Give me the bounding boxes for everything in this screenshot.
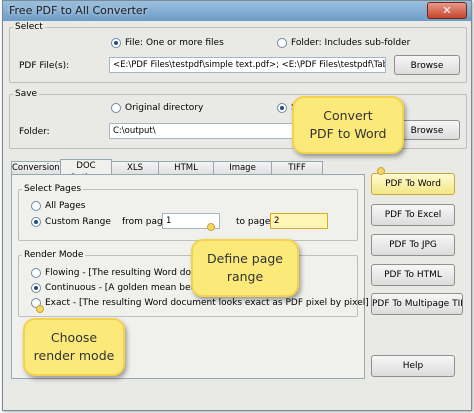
render-mode-callout-text: Choose render mode (33, 330, 115, 363)
file-radio[interactable] (111, 38, 121, 48)
tab-html-options[interactable]: HTML Options (158, 161, 214, 185)
tab-xls-options[interactable]: XLS Options (111, 161, 159, 185)
render-mode-callout: Choose render mode (23, 318, 125, 376)
folder-radio[interactable] (277, 38, 287, 48)
all-pages-label: All Pages (45, 201, 86, 211)
pdf-to-jpg-button[interactable]: PDF To JPG (371, 234, 455, 256)
all-pages-radio[interactable] (31, 201, 41, 211)
select-folder-radio[interactable] (277, 103, 287, 113)
to-page-label: to page: (236, 217, 274, 227)
pdf-files-input[interactable]: <E:\PDF Files\testpdf\simple text.pdf>; … (109, 57, 386, 73)
pdf-to-html-button[interactable]: PDF To HTML (371, 264, 455, 286)
define-range-callout: Define page range (191, 239, 299, 297)
render-mode-label: Render Mode (22, 250, 86, 260)
custom-range-label: Custom Range (45, 217, 111, 227)
original-directory-radio[interactable] (111, 103, 121, 113)
close-button[interactable]: ✕ (427, 2, 467, 19)
define-range-callout-text: Define page range (207, 251, 283, 284)
tab-image-options[interactable]: Image Options (213, 161, 272, 185)
file-radio-label: File: One or more files (125, 38, 224, 48)
render-mode-callout-pointer (36, 305, 44, 313)
window-title: Free PDF to All Converter (9, 4, 148, 17)
define-range-callout-pointer (207, 223, 215, 231)
help-button[interactable]: Help (371, 355, 455, 377)
pdf-to-word-button[interactable]: PDF To Word (371, 173, 455, 195)
to-page-input[interactable]: 2 (270, 213, 328, 229)
folder-label: Folder: (19, 127, 50, 137)
browse-files-button[interactable]: Browse (394, 55, 460, 75)
continuous-radio[interactable] (31, 283, 41, 293)
pdf-to-multipage-tiff-button[interactable]: PDF To Multipage TIFF (371, 293, 463, 315)
select-group-label: Select (13, 22, 45, 32)
title-bar: Free PDF to All Converter ✕ (3, 1, 471, 21)
pdf-to-excel-button[interactable]: PDF To Excel (371, 204, 455, 226)
convert-callout-pointer (377, 167, 385, 175)
folder-input[interactable]: C:\output\ (109, 123, 295, 139)
flowing-radio[interactable] (31, 268, 41, 278)
save-group-label: Save (13, 89, 40, 99)
select-pages-label: Select Pages (22, 184, 84, 194)
exact-label: Exact - [The resulting Word document loo… (45, 298, 369, 308)
pdf-files-label: PDF File(s): (19, 61, 70, 71)
custom-range-radio[interactable] (31, 217, 41, 227)
convert-callout: Convert PDF to Word (292, 96, 404, 154)
tab-conversions[interactable]: Conversions (11, 161, 64, 175)
convert-callout-text: Convert PDF to Word (309, 108, 387, 141)
tab-doc-options[interactable]: DOC Options (60, 159, 112, 183)
tab-tiff-options[interactable]: TIFF Options (271, 161, 323, 185)
folder-radio-label: Folder: Includes sub-folder (291, 38, 411, 48)
original-directory-label: Original directory (125, 103, 204, 113)
